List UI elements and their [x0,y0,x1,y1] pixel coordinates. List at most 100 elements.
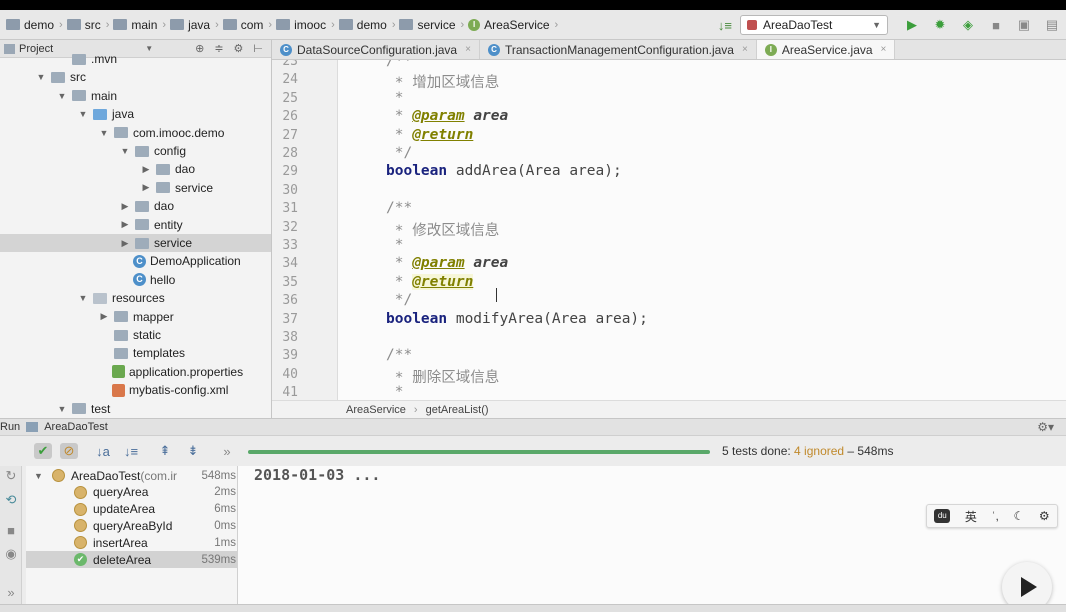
code-line[interactable]: * @return [386,127,474,143]
ime-language[interactable]: 英 [965,508,977,525]
layout-icon[interactable]: ▤ [1044,17,1060,33]
close-icon[interactable]: × [742,44,748,55]
expanded-arrow-icon[interactable]: ▼ [77,109,89,119]
stop-icon[interactable]: ■ [988,17,1004,33]
test-result-row[interactable]: updateArea 6ms [26,501,238,518]
expanded-arrow-icon[interactable]: ▼ [56,91,68,101]
expanded-arrow-icon[interactable]: ▼ [119,146,131,156]
project-tree-item[interactable]: ▶ service [0,179,271,197]
project-tree-item[interactable]: static [0,326,271,344]
code-line[interactable]: */ [386,292,412,308]
code-line[interactable]: */ [386,145,412,161]
sort-icon[interactable]: ↓≡ [718,18,732,33]
editor-breadcrumb-method[interactable]: getAreaList() [426,404,489,416]
test-result-row[interactable]: queryAreaById 0ms [26,517,238,534]
code-line[interactable]: /** [386,200,412,216]
code-line[interactable]: /** [386,60,412,69]
project-tree-item[interactable]: application.properties [0,363,271,381]
collapsed-arrow-icon[interactable]: ▶ [98,311,110,322]
code-line[interactable]: boolean modifyArea(Area area); [386,311,648,327]
breadcrumb-item[interactable]: I AreaService › [468,18,558,32]
project-tree-item[interactable]: mybatis-config.xml [0,381,271,399]
project-tree-item[interactable]: ▼ resources [0,289,271,307]
collapsed-arrow-icon[interactable]: ▶ [140,182,152,193]
test-result-row[interactable]: queryArea 2ms [26,484,238,501]
collapse-all-icon[interactable]: ⇟ [184,443,202,459]
project-structure-icon[interactable]: ▣ [1016,17,1032,33]
code-line[interactable]: * @param area [386,255,509,271]
punctuation-icon[interactable]: ʿ, [992,509,999,523]
expanded-arrow-icon[interactable]: ▼ [35,72,47,82]
coverage-icon[interactable]: ◈ [960,17,976,33]
project-tree-item[interactable]: ▶ dao [0,197,271,215]
editor-tab[interactable]: C DataSourceConfiguration.java × [272,40,480,59]
project-tree-item[interactable]: ▼ test [0,400,271,418]
breadcrumb-item[interactable]: imooc › [276,18,335,32]
project-tree-item[interactable]: ▼ java [0,105,271,123]
project-tree-item[interactable]: ▼ com.imooc.demo [0,124,271,142]
editor-tab[interactable]: C TransactionManagementConfiguration.java… [480,40,757,59]
expanded-arrow-icon[interactable]: ▼ [98,128,110,138]
code-line[interactable]: boolean addArea(Area area); [386,163,622,179]
project-tree-item[interactable]: ▶ mapper [0,308,271,326]
code-line[interactable]: * @param area [386,108,509,124]
breadcrumb-item[interactable]: demo › [338,18,395,32]
expanded-arrow-icon[interactable]: ▼ [56,404,68,414]
editor-tab[interactable]: I AreaService.java × [756,40,896,59]
code-editor[interactable]: 23/** 24 * 增加区域信息 25 * 26 * @param area 27 *… [272,60,1066,400]
project-tree-item[interactable]: ▼ main [0,87,271,105]
more-icon[interactable]: » [218,443,236,459]
project-tree-item[interactable]: ▶ dao [0,160,271,178]
breadcrumb-item[interactable]: java › [170,18,219,32]
editor-breadcrumb-class[interactable]: AreaService [346,404,406,416]
code-line[interactable]: * [386,384,404,400]
collapsed-arrow-icon[interactable]: ▶ [140,164,152,175]
collapsed-arrow-icon[interactable]: ▶ [119,219,131,230]
collapsed-arrow-icon[interactable]: ▶ [119,201,131,212]
run-panel-config[interactable]: AreaDaoTest [44,421,108,433]
breadcrumb-item[interactable]: demo › [6,18,63,32]
test-result-row[interactable]: insertArea 1ms [26,534,238,551]
project-tree-item[interactable]: ▼ config [0,142,271,160]
console-output[interactable]: 2018-01-03 ... [238,466,1066,612]
project-tree-item[interactable]: Chello [0,271,271,289]
project-tree-item[interactable]: C DemoApplication [0,252,271,270]
breadcrumb-item[interactable]: src › [66,18,109,32]
camera-icon[interactable]: ◉ [3,546,19,562]
breadcrumb-item[interactable]: com › [222,18,272,32]
stop-icon[interactable]: ■ [3,522,19,538]
toggle-autotest-icon[interactable]: ⟲ [3,492,19,508]
code-line[interactable]: * [386,90,404,106]
close-icon[interactable]: × [881,44,887,55]
sort-alpha-icon[interactable]: ↓a [94,443,112,459]
run-panel-label[interactable]: Run [0,421,20,433]
project-tree-item[interactable]: .mvn [0,50,271,68]
project-tree-item[interactable]: templates [0,344,271,362]
project-tree-item[interactable]: ▼ src [0,68,271,86]
run-icon[interactable]: ▶ [904,17,920,33]
moon-icon[interactable]: ☾ [1013,509,1024,523]
close-icon[interactable]: × [465,44,471,55]
expand-all-icon[interactable]: ⇞ [156,443,174,459]
test-result-row[interactable]: ▼ AreaDaoTest (com.ir 548ms [26,467,238,484]
project-tree-item[interactable]: ▶ entity [0,216,271,234]
more-icon[interactable]: » [3,584,19,600]
rerun-failed-icon[interactable]: ↻ [3,468,19,484]
debug-icon[interactable]: ✹ [932,17,948,33]
code-line[interactable]: * [386,237,404,253]
gear-icon[interactable]: ⚙ [1039,509,1050,523]
gear-icon[interactable]: ⚙▾ [1037,420,1054,434]
show-passed-icon[interactable]: ✔ [34,443,52,459]
code-line[interactable]: /** [386,347,412,363]
breadcrumb-item[interactable]: service › [399,18,464,32]
project-tree-item[interactable]: ▶ service [0,234,271,252]
test-result-row[interactable]: ✔ deleteArea 539ms [26,551,238,568]
code-line[interactable]: * @return [386,273,474,290]
expanded-arrow-icon[interactable]: ▼ [77,293,89,303]
sort-duration-icon[interactable]: ↓≡ [122,443,140,459]
show-ignored-icon[interactable]: ⊘ [60,443,78,459]
breadcrumb-item[interactable]: main › [113,18,166,32]
collapsed-arrow-icon[interactable]: ▶ [119,238,131,249]
run-configuration-select[interactable]: AreaDaoTest ▼ [740,15,888,35]
baidu-input-icon[interactable]: du [934,509,951,523]
